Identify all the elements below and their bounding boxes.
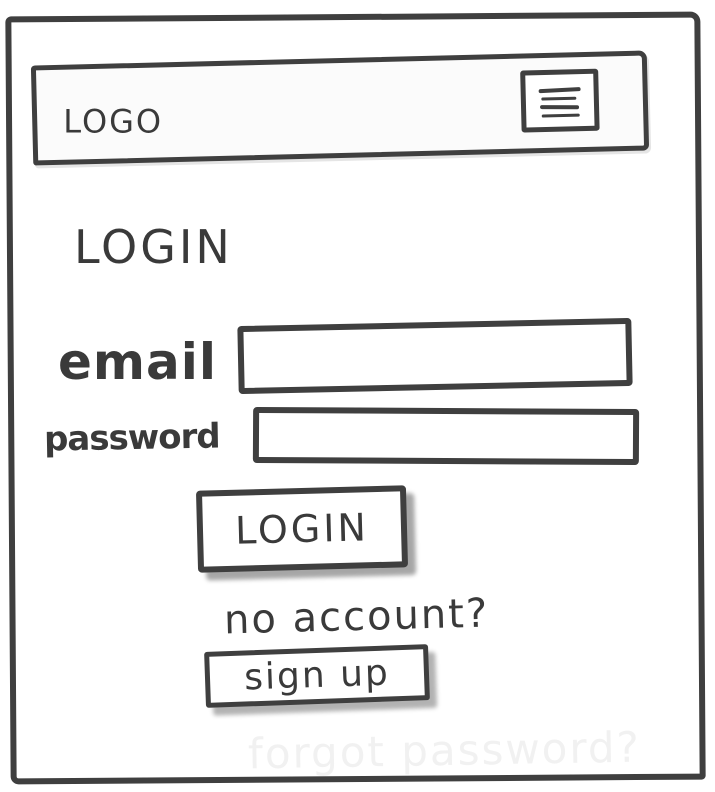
login-button[interactable]: LOGIN <box>195 485 409 573</box>
password-label: password <box>43 416 220 460</box>
no-account-text: no account? <box>223 590 490 644</box>
logo[interactable]: LOGO <box>63 103 163 141</box>
menu-button[interactable] <box>520 68 600 133</box>
hamburger-menu-icon <box>538 87 581 118</box>
sign-up-button[interactable]: sign up <box>204 644 430 708</box>
email-label: email <box>58 333 218 391</box>
header-bar: LOGO <box>30 50 650 166</box>
password-field[interactable] <box>252 406 640 466</box>
page-title: LOGIN <box>74 220 233 274</box>
email-field[interactable] <box>237 317 633 395</box>
forgot-password-link[interactable]: forgot password? <box>248 723 642 779</box>
